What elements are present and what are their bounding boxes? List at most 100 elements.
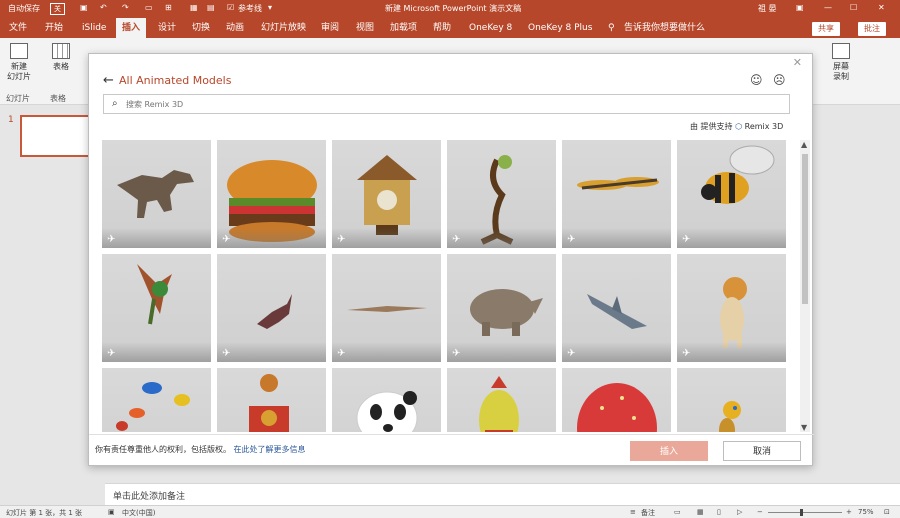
scroll-down-icon[interactable]: ▼ <box>801 423 807 432</box>
zoom-slider[interactable] <box>768 512 842 513</box>
table-button[interactable]: 表格 <box>46 43 76 72</box>
zoom-slider-handle[interactable] <box>800 509 803 516</box>
fit-slide-icon[interactable]: ⊡ <box>884 508 890 516</box>
model-tile-parrot[interactable]: ✈ <box>102 254 211 362</box>
zoom-out-icon[interactable]: − <box>757 508 763 516</box>
tile-shade <box>447 342 556 362</box>
dialog-close-icon[interactable]: ✕ <box>793 56 802 69</box>
tab-addins[interactable]: 加载项 <box>390 18 417 38</box>
model-tile-panda[interactable] <box>332 368 441 432</box>
search-icon: ⌕ <box>112 98 118 109</box>
tab-review[interactable]: 审阅 <box>321 18 339 38</box>
model-tile-dragonfly[interactable]: ✈ <box>562 140 671 248</box>
tab-slideshow[interactable]: 幻灯片放映 <box>261 18 306 38</box>
model-tile-yellow-bird[interactable] <box>677 368 786 432</box>
cancel-button[interactable]: 取消 <box>723 441 801 461</box>
frown-feedback-icon[interactable]: ☹ <box>773 73 786 87</box>
tile-shade <box>562 228 671 248</box>
minimize-icon[interactable]: — <box>824 3 832 12</box>
redo-icon[interactable]: ↷ <box>122 3 129 12</box>
tab-islide[interactable]: iSlide <box>82 18 106 38</box>
model-tile-tropical-fish[interactable] <box>102 368 211 432</box>
tab-insert[interactable]: 插入 <box>116 18 147 38</box>
slideshow-view-icon[interactable]: ▷ <box>737 508 742 516</box>
tab-help[interactable]: 帮助 <box>433 18 451 38</box>
tab-view[interactable]: 视图 <box>356 18 374 38</box>
model-tile-robot[interactable] <box>217 368 326 432</box>
model-tile-shark[interactable]: ✈ <box>562 254 671 362</box>
sorter-view-icon[interactable]: ▦ <box>697 508 704 516</box>
model-tile-small-dragon[interactable]: ✈ <box>217 254 326 362</box>
tab-onekey8plus[interactable]: OneKey 8 Plus <box>528 18 592 38</box>
animated-badge-icon: ✈ <box>452 234 461 245</box>
tile-shade <box>332 228 441 248</box>
language-indicator[interactable]: 中文(中国) <box>122 508 155 518</box>
close-icon[interactable]: ✕ <box>878 3 885 12</box>
model-grid-scrollbar[interactable]: ▲ ▼ <box>800 140 810 432</box>
back-arrow-icon[interactable]: ← <box>103 73 114 88</box>
autosave-toggle[interactable]: 关 <box>50 3 65 15</box>
model-tile-cuckoo-clock[interactable]: ✈ <box>332 140 441 248</box>
model-tile-pterodactyl[interactable]: ✈ <box>332 254 441 362</box>
powered-by-brand: Remix 3D <box>744 122 784 131</box>
notes-pane[interactable]: 单击此处添加备注 <box>105 483 900 505</box>
animated-badge-icon: ✈ <box>222 348 231 359</box>
model-tile-tree-creature[interactable]: ✈ <box>447 140 556 248</box>
spellcheck-icon[interactable]: ▣ <box>108 508 115 516</box>
remix3d-logo-icon: ⬡ <box>735 122 743 131</box>
model-tile-dinosaur[interactable]: ✈ <box>102 140 211 248</box>
present-icon[interactable]: ▭ <box>145 3 153 12</box>
dialog-title[interactable]: All Animated Models <box>119 74 231 87</box>
notes-toggle[interactable]: 备注 <box>641 508 655 518</box>
screen-record-icon <box>832 43 850 59</box>
share-button[interactable]: 共享 <box>812 22 840 36</box>
tile-shade <box>217 342 326 362</box>
model-tile-shiba-dog[interactable]: ✈ <box>677 254 786 362</box>
normal-view-icon[interactable]: ▭ <box>674 508 681 516</box>
reading-view-icon[interactable]: ▯ <box>717 508 721 516</box>
copyright-text: 你有责任尊重他人的权利，包括版权。 <box>95 445 231 454</box>
ribbon-display-icon[interactable]: ▣ <box>796 3 804 12</box>
tab-transitions[interactable]: 切换 <box>192 18 210 38</box>
model-grid: ✈ ✈ ✈ ✈ ✈ ✈ ✈ ✈ ✈ ✈ ✈ ✈ <box>102 140 788 432</box>
animated-badge-icon: ✈ <box>567 234 576 245</box>
search-input[interactable] <box>126 97 766 111</box>
search-box[interactable]: ⌕ <box>103 94 790 114</box>
insert-button[interactable]: 插入 <box>630 441 708 461</box>
model-tile-burger[interactable]: ✈ <box>217 140 326 248</box>
screen-record-button[interactable]: 屏幕 录制 <box>826 43 856 82</box>
smile-feedback-icon[interactable]: ☺ <box>750 73 763 87</box>
tab-animations[interactable]: 动画 <box>226 18 244 38</box>
tab-home[interactable]: 开始 <box>45 18 63 38</box>
reference-line-checkbox[interactable]: ☑ <box>227 3 234 12</box>
tab-onekey8[interactable]: OneKey 8 <box>469 18 512 38</box>
shape-icon[interactable]: ▦ <box>190 3 198 12</box>
slide-canvas-area <box>812 105 900 505</box>
maximize-icon[interactable]: ☐ <box>850 3 857 12</box>
model-tile-strawberry[interactable] <box>562 368 671 432</box>
scrollbar-thumb[interactable] <box>802 154 808 304</box>
align-icon[interactable]: ⊞ <box>165 3 172 12</box>
tell-me-box[interactable]: 告诉我你想要做什么 <box>624 18 705 38</box>
tell-me-icon[interactable]: ⚲ <box>608 18 615 38</box>
animated-badge-icon: ✈ <box>337 348 346 359</box>
tab-file[interactable]: 文件 <box>9 18 27 38</box>
zoom-in-icon[interactable]: + <box>846 508 852 516</box>
new-slide-icon <box>10 43 28 59</box>
comment-button[interactable]: 批注 <box>858 22 886 36</box>
model-tile-pear-character[interactable] <box>447 368 556 432</box>
model-tile-bee[interactable]: ✈ <box>677 140 786 248</box>
save-icon[interactable]: ▣ <box>80 3 88 12</box>
user-name[interactable]: 祖 晏 <box>758 3 777 14</box>
undo-icon[interactable]: ↶ <box>100 3 107 12</box>
tab-design[interactable]: 设计 <box>158 18 176 38</box>
table-label: 表格 <box>53 62 69 71</box>
layout-icon[interactable]: ▤ <box>207 3 215 12</box>
notes-icon[interactable]: ≡ <box>630 508 636 516</box>
scroll-up-icon[interactable]: ▲ <box>801 140 807 149</box>
learn-more-link[interactable]: 在此处了解更多信息 <box>234 445 306 454</box>
zoom-level[interactable]: 75% <box>858 508 874 516</box>
new-slide-button[interactable]: 新建 幻灯片 <box>4 43 34 82</box>
model-tile-rhino[interactable]: ✈ <box>447 254 556 362</box>
customize-icon[interactable]: ▾ <box>268 3 272 12</box>
